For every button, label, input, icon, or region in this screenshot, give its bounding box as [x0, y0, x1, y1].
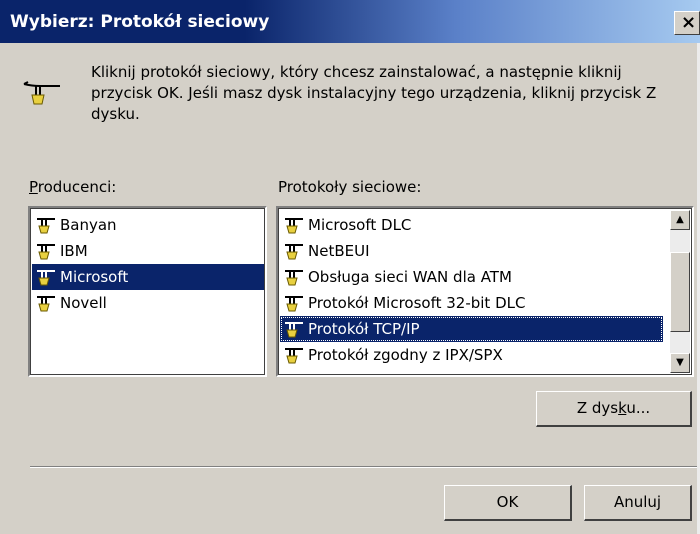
protocols-listbox[interactable]: Microsoft DLC NetBEUI Obsługa sieci WAN … [276, 206, 694, 377]
network-protocol-icon [23, 81, 60, 105]
network-protocol-icon [285, 270, 303, 286]
arrow-down-icon: ▼ [676, 357, 684, 368]
instructions-text: Kliknij protokół sieciowy, który chcesz … [91, 63, 657, 123]
manufacturers-label-mnemonic: P [29, 178, 38, 196]
manufacturers-label: Producenci: [29, 178, 116, 196]
network-protocol-icon [37, 270, 55, 286]
protocol-item[interactable]: NetBEUI [280, 238, 663, 264]
manufacturer-item[interactable]: Novell [32, 290, 264, 316]
network-protocol-icon [37, 244, 55, 260]
protocols-label: Protokoły sieciowe: [278, 178, 422, 196]
protocol-item[interactable]: Protokół Microsoft 32-bit DLC [280, 290, 663, 316]
separator [30, 466, 697, 468]
close-icon: × [681, 12, 697, 33]
manufacturer-item-selected[interactable]: Microsoft [32, 264, 264, 290]
network-protocol-icon [285, 296, 303, 312]
protocol-item-selected[interactable]: Protokół TCP/IP [280, 316, 663, 342]
network-protocol-icon [37, 218, 55, 234]
ok-button[interactable]: OK [444, 485, 572, 521]
arrow-up-icon: ▲ [676, 214, 684, 225]
scroll-up-button[interactable]: ▲ [670, 210, 690, 230]
protocols-scrollbar[interactable]: ▲ ▼ [670, 210, 690, 373]
cancel-button[interactable]: Anuluj [584, 485, 692, 521]
manufacturer-item[interactable]: IBM [32, 238, 264, 264]
have-disk-button[interactable]: Z dysku... [536, 391, 692, 427]
network-protocol-icon [37, 296, 55, 312]
protocol-item[interactable]: Microsoft DLC [280, 212, 663, 238]
protocol-item[interactable]: Obsługa sieci WAN dla ATM [280, 264, 663, 290]
network-protocol-icon [285, 322, 303, 338]
network-protocol-icon [285, 348, 303, 364]
manufacturer-item[interactable]: Banyan [32, 212, 264, 238]
protocol-item[interactable]: Protokół zgodny z IPX/SPX [280, 342, 663, 368]
title-bar: Wybierz: Protokół sieciowy × [0, 0, 700, 43]
scroll-down-button[interactable]: ▼ [670, 353, 690, 373]
manufacturers-label-rest: roducenci: [37, 178, 117, 196]
window-title: Wybierz: Protokół sieciowy [10, 12, 270, 32]
manufacturers-listbox[interactable]: Banyan IBM Microsoft Novell [28, 206, 267, 377]
network-protocol-icon [285, 218, 303, 234]
scroll-thumb[interactable] [670, 252, 690, 332]
network-protocol-icon [285, 244, 303, 260]
close-button[interactable]: × [674, 11, 700, 35]
